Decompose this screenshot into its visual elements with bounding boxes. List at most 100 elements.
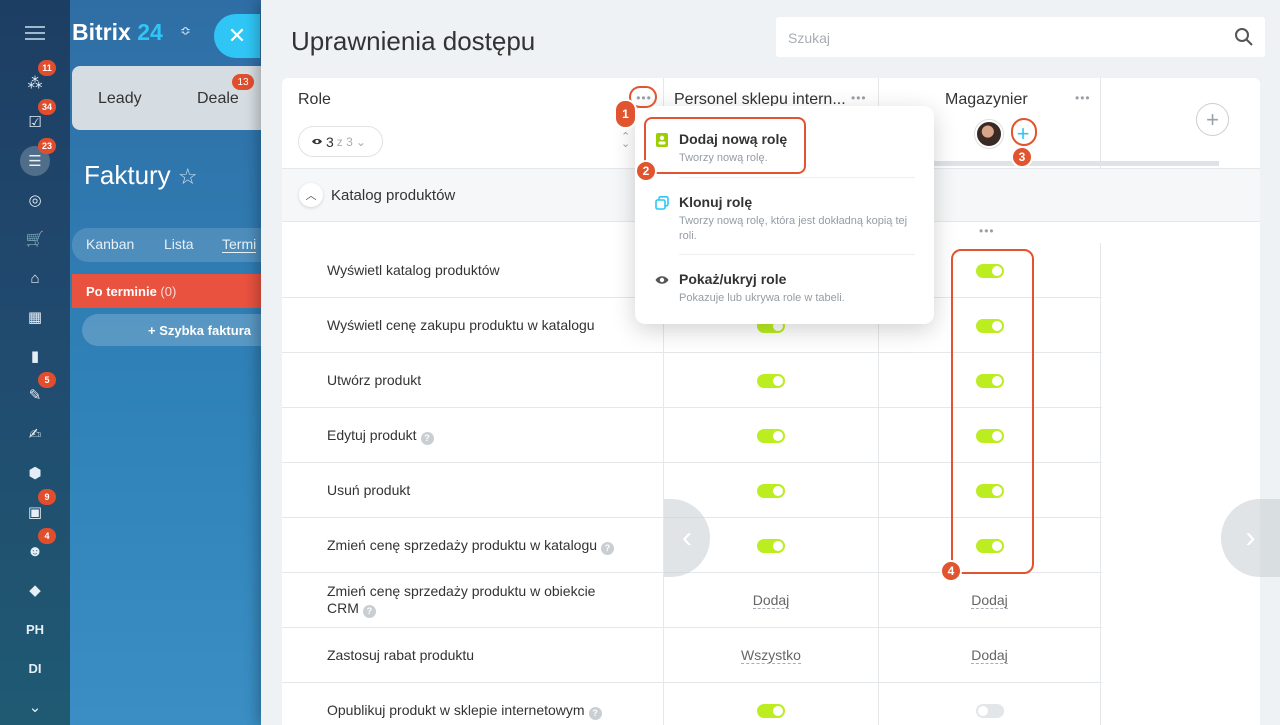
- document-edit-icon: ✎: [28, 387, 42, 404]
- permission-value-link[interactable]: Wszystko: [741, 647, 801, 664]
- permission-name-cell: Wyświetl cenę zakupu produktu w katalogu: [282, 298, 664, 353]
- search-placeholder: Szukaj: [788, 30, 831, 46]
- robot-icon: ☻: [27, 542, 43, 560]
- permission-value-link[interactable]: Dodaj: [971, 647, 1008, 664]
- permission-cell: [664, 683, 879, 725]
- permission-cell: Dodaj: [664, 573, 879, 628]
- highlight-add-member: [1011, 118, 1037, 146]
- close-slider-button[interactable]: ✕: [214, 14, 260, 58]
- permission-toggle[interactable]: [757, 483, 785, 498]
- highlight-toggles: [951, 249, 1034, 574]
- permission-toggle[interactable]: [975, 703, 1004, 718]
- crm-tabs: Leady Deale 13: [72, 66, 261, 130]
- help-icon[interactable]: ?: [601, 542, 615, 555]
- permission-cell: [664, 353, 879, 408]
- sidebar-item-signature[interactable]: ✍: [20, 419, 50, 449]
- section-label: Katalog produktów: [331, 187, 456, 204]
- column-more-icon[interactable]: •••: [851, 91, 867, 105]
- sidebar-item-label: PH: [25, 621, 45, 637]
- permission-toggle[interactable]: [757, 373, 785, 388]
- sidebar-item-ph[interactable]: PH: [20, 614, 50, 644]
- box-icon: ◆: [29, 582, 41, 599]
- permission-value-link[interactable]: Dodaj: [752, 592, 790, 609]
- tab-deals[interactable]: Deale: [197, 90, 239, 108]
- column-title: Magazynier: [945, 91, 1028, 108]
- permission-name-cell: Zmień cenę sprzedaży produktu w obiekcie…: [282, 573, 664, 628]
- sidebar-item-shield[interactable]: ⬢: [20, 458, 50, 488]
- hamburger-menu-icon[interactable]: [25, 26, 45, 40]
- help-icon[interactable]: ?: [588, 707, 602, 720]
- sidebar-item-contact-card[interactable]: ▣ 9: [20, 489, 56, 527]
- sidebar-item-bar-chart[interactable]: ▮: [20, 341, 50, 371]
- permission-name: Edytuj produkt?: [327, 427, 627, 445]
- sidebar-item-tasks-check[interactable]: ☑ 34: [20, 99, 57, 137]
- contact-card-icon: ▣: [27, 504, 43, 521]
- view-list[interactable]: Lista: [164, 236, 194, 252]
- chevron-down-icon: ⌄: [355, 134, 366, 149]
- background-crm-page: Bitrix 24 ≎ ✕ Leady Deale 13 Faktury ☆ K…: [70, 0, 261, 725]
- view-deadline[interactable]: Termi: [222, 236, 257, 253]
- page-title: Uprawnienia dostępu: [291, 26, 536, 56]
- permission-name-cell: Wyświetl katalog produktów: [282, 243, 664, 298]
- permission-cell: [664, 408, 879, 463]
- overdue-column: Po terminie (0): [72, 274, 261, 308]
- calendar-icon: ▦: [27, 309, 43, 326]
- tasks-check-icon: ☑: [28, 114, 42, 131]
- sidebar-item-cart[interactable]: 🛒: [20, 224, 50, 254]
- visible-roles-counter[interactable]: 3 z 3 ⌄: [298, 126, 383, 157]
- signature-icon: ✍: [28, 426, 42, 443]
- permission-cell: Wszystko: [664, 628, 879, 683]
- view-tabs: Kanban Lista Termi: [72, 228, 261, 262]
- step-marker-1: 1: [614, 99, 637, 129]
- column-more-icon[interactable]: •••: [1075, 91, 1091, 105]
- favorite-star-icon[interactable]: ☆: [178, 164, 198, 189]
- crm-funnel-icon: ☰: [28, 153, 42, 170]
- horizontal-scrollbar[interactable]: [909, 161, 1219, 166]
- eye-icon: [312, 138, 322, 145]
- add-role-column-button[interactable]: +: [1196, 103, 1229, 136]
- section-more-icon[interactable]: •••: [979, 224, 995, 238]
- quick-invoice-button[interactable]: + Szybka faktura: [82, 314, 261, 346]
- permission-toggle[interactable]: [757, 703, 785, 718]
- help-icon[interactable]: ?: [362, 605, 376, 618]
- table-row: Zmień cenę sprzedaży produktu w obiekcie…: [282, 573, 1102, 628]
- chevron-up-icon[interactable]: ︿: [299, 183, 323, 207]
- sidebar-item-bank[interactable]: ⌂: [20, 263, 50, 293]
- sidebar-item-document-edit[interactable]: ✎ 5: [20, 372, 56, 410]
- permission-name: Usuń produkt: [327, 482, 411, 498]
- step-marker-3: 3: [1011, 146, 1033, 168]
- sidebar-item-robot[interactable]: ☻ 4: [20, 528, 56, 566]
- sidebar-item-di[interactable]: DI: [20, 653, 50, 683]
- sidebar-item-chevron-down[interactable]: ⌄: [20, 692, 50, 722]
- permission-toggle[interactable]: [757, 428, 785, 443]
- sidebar-item-calendar[interactable]: ▦: [20, 302, 50, 332]
- permission-cell: [879, 683, 1101, 725]
- notification-badge: 23: [38, 138, 57, 154]
- eye-icon: [655, 276, 669, 284]
- step-marker-4: 4: [940, 560, 962, 582]
- permission-name: Wyświetl katalog produktów: [327, 262, 500, 278]
- notification-badge: 34: [38, 99, 57, 115]
- bitrix24-logo: Bitrix 24: [72, 19, 163, 45]
- sidebar-item-network[interactable]: ⁂ 11: [20, 60, 56, 98]
- permission-name-cell: Opublikuj produkt w sklepie internetowym…: [282, 683, 664, 725]
- search-icon[interactable]: [1234, 27, 1254, 47]
- logo-settings-icon[interactable]: ≎: [180, 23, 191, 39]
- search-input[interactable]: Szukaj: [776, 17, 1265, 57]
- permission-name: Opublikuj produkt w sklepie internetowym…: [327, 702, 627, 720]
- network-icon: ⁂: [27, 75, 43, 92]
- notification-badge: 11: [38, 60, 56, 76]
- permission-name-cell: Zastosuj rabat produktu: [282, 628, 664, 683]
- sidebar-item-box[interactable]: ◆: [20, 575, 50, 605]
- collapse-icon[interactable]: ⌃ ⌄: [621, 132, 630, 150]
- help-icon[interactable]: ?: [420, 432, 434, 445]
- sidebar-item-target[interactable]: ◎: [20, 185, 50, 215]
- user-avatar[interactable]: [975, 120, 1003, 148]
- permission-value-link[interactable]: Dodaj: [971, 592, 1008, 609]
- bar-chart-icon: ▮: [30, 348, 40, 365]
- sidebar-item-crm-funnel[interactable]: ☰ 23: [20, 138, 57, 176]
- tab-leads[interactable]: Leady: [98, 90, 142, 108]
- permission-toggle[interactable]: [757, 538, 785, 553]
- view-kanban[interactable]: Kanban: [86, 236, 134, 252]
- chevron-down-icon: ⌄: [28, 699, 42, 716]
